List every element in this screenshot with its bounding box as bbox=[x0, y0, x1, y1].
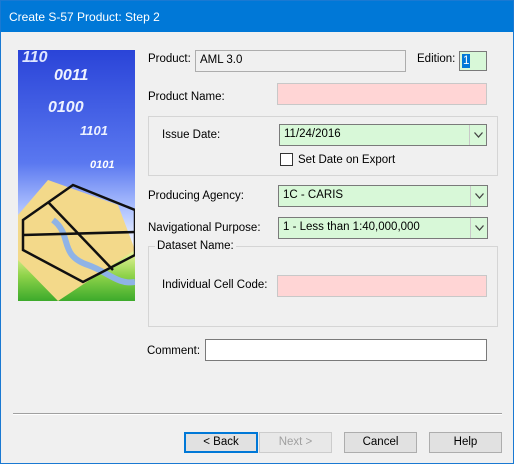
producing-agency-label: Producing Agency: bbox=[148, 190, 244, 202]
producing-agency-select[interactable]: 1C - CARIS bbox=[278, 185, 488, 207]
comment-input[interactable] bbox=[205, 339, 487, 361]
edition-value: 1 bbox=[462, 54, 471, 68]
cell-code-label: Individual Cell Code: bbox=[162, 279, 268, 291]
next-button[interactable]: Next > bbox=[259, 432, 332, 453]
wizard-window: Create S-57 Product: Step 2 110 0011 010… bbox=[0, 0, 514, 464]
chart-wizard-image: 110 0011 0100 1101 0101 bbox=[18, 50, 135, 301]
set-date-label: Set Date on Export bbox=[298, 154, 396, 166]
product-name-input[interactable] bbox=[277, 83, 487, 105]
product-name-label: Product Name: bbox=[148, 91, 225, 103]
back-button[interactable]: < Back bbox=[184, 432, 258, 453]
chevron-down-icon[interactable] bbox=[469, 125, 486, 145]
set-date-checkbox[interactable] bbox=[280, 153, 293, 166]
nav-purpose-value: 1 - Less than 1:40,000,000 bbox=[283, 221, 420, 233]
nav-purpose-label: Navigational Purpose: bbox=[148, 222, 261, 234]
binary-text-1: 110 bbox=[22, 50, 48, 66]
binary-text-3: 0100 bbox=[48, 99, 84, 116]
issue-date-value: 11/24/2016 bbox=[284, 128, 341, 140]
help-button[interactable]: Help bbox=[429, 432, 502, 453]
product-field: AML 3.0 bbox=[195, 50, 406, 72]
cell-code-input[interactable] bbox=[277, 275, 487, 297]
dataset-name-label: Dataset Name: bbox=[155, 240, 236, 252]
binary-text-5: 0101 bbox=[90, 159, 114, 171]
binary-text-2: 0011 bbox=[54, 67, 89, 84]
footer-separator bbox=[13, 413, 502, 415]
edition-label: Edition: bbox=[417, 53, 456, 65]
chevron-down-icon[interactable] bbox=[470, 186, 487, 206]
issue-date-label: Issue Date: bbox=[162, 129, 221, 141]
comment-label: Comment: bbox=[147, 345, 201, 357]
issue-date-picker[interactable]: 11/24/2016 bbox=[279, 124, 487, 146]
cancel-button[interactable]: Cancel bbox=[344, 432, 417, 453]
product-label: Product: bbox=[148, 53, 191, 65]
producing-agency-value: 1C - CARIS bbox=[283, 189, 344, 201]
title-bar[interactable]: Create S-57 Product: Step 2 bbox=[1, 1, 513, 32]
binary-text-4: 1101 bbox=[80, 123, 108, 138]
chevron-down-icon[interactable] bbox=[470, 218, 487, 238]
nav-purpose-select[interactable]: 1 - Less than 1:40,000,000 bbox=[278, 217, 488, 239]
window-title: Create S-57 Product: Step 2 bbox=[9, 10, 160, 24]
edition-field[interactable]: 1 bbox=[459, 51, 487, 71]
